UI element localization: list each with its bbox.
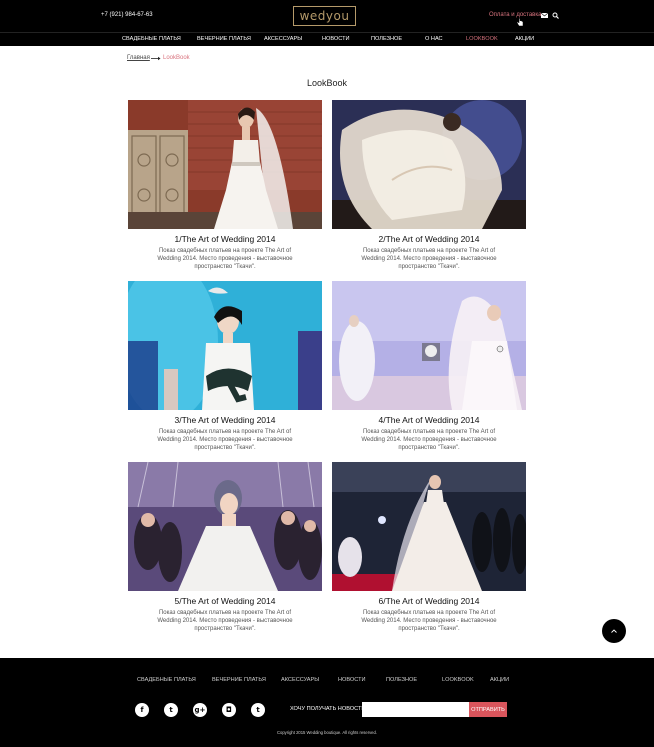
- footer: СВАДЕБНЫЕ ПЛАТЬЯ ВЕЧЕРНИЕ ПЛАТЬЯ АКСЕССУ…: [0, 658, 654, 747]
- card-description: Показ свадебных платьев на проекте The A…: [361, 248, 497, 270]
- footer-nav-lookbook[interactable]: LOOKBOOK: [442, 677, 474, 683]
- lookbook-card[interactable]: 4/The Art of Wedding 2014 Показ свадебны…: [332, 281, 526, 452]
- card-description: Показ свадебных платьев на проекте The A…: [157, 248, 293, 270]
- instagram-icon[interactable]: ◘: [222, 703, 236, 717]
- footer-nav-evening-dresses[interactable]: ВЕЧЕРНИЕ ПЛАТЬЯ: [212, 677, 266, 683]
- nav-item-about[interactable]: О НАС: [425, 36, 443, 42]
- card-title[interactable]: 2/The Art of Wedding 2014: [332, 234, 526, 244]
- card-description: Показ свадебных платьев на проекте The A…: [157, 610, 293, 632]
- lookbook-card[interactable]: 5/The Art of Wedding 2014 Показ свадебны…: [128, 462, 322, 633]
- nav-item-promotions[interactable]: АКЦИИ: [515, 36, 534, 42]
- card-title[interactable]: 5/The Art of Wedding 2014: [128, 596, 322, 606]
- nav-item-evening-dresses[interactable]: ВЕЧЕРНИЕ ПЛАТЬЯ: [197, 36, 251, 42]
- lookbook-card[interactable]: 3/The Art of Wedding 2014 Показ свадебны…: [128, 281, 322, 452]
- logo-text: wedyou: [299, 9, 350, 23]
- search-icon[interactable]: [551, 11, 559, 19]
- header-bar: +7 (921) 984-67-63 wedyou Оплата и доста…: [0, 0, 654, 32]
- main-nav: СВАДЕБНЫЕ ПЛАТЬЯ ВЕЧЕРНИЕ ПЛАТЬЯ АКСЕССУ…: [0, 32, 654, 46]
- mail-icon[interactable]: [540, 11, 548, 19]
- card-title[interactable]: 1/The Art of Wedding 2014: [128, 234, 322, 244]
- lookbook-photo[interactable]: [332, 100, 526, 229]
- footer-nav-wedding-dresses[interactable]: СВАДЕБНЫЕ ПЛАТЬЯ: [137, 677, 196, 683]
- footer-nav-useful[interactable]: ПОЛЕЗНОЕ: [386, 677, 417, 683]
- nav-item-news[interactable]: НОВОСТИ: [322, 36, 350, 42]
- nav-item-wedding-dresses[interactable]: СВАДЕБНЫЕ ПЛАТЬЯ: [122, 36, 181, 42]
- card-description: Показ свадебных платьев на проекте The A…: [361, 610, 497, 632]
- lookbook-photo[interactable]: [128, 462, 322, 591]
- card-description: Показ свадебных платьев на проекте The A…: [157, 429, 293, 451]
- phone-number[interactable]: +7 (921) 984-67-63: [101, 12, 153, 18]
- card-title[interactable]: 4/The Art of Wedding 2014: [332, 415, 526, 425]
- subscribe-label: ХОЧУ ПОЛУЧАТЬ НОВОСТИ: [290, 706, 366, 712]
- copyright: Copyright 2015 Wedding boutique. All rig…: [276, 730, 378, 735]
- lookbook-card[interactable]: 6/The Art of Wedding 2014 Показ свадебны…: [332, 462, 526, 633]
- card-description: Показ свадебных платьев на проекте The A…: [361, 429, 497, 451]
- page-title: LookBook: [306, 78, 348, 88]
- card-title[interactable]: 6/The Art of Wedding 2014: [332, 596, 526, 606]
- lookbook-photo[interactable]: [332, 281, 526, 410]
- twitter-icon[interactable]: t: [164, 703, 178, 717]
- chevron-up-icon: [611, 629, 617, 633]
- tumblr-icon[interactable]: t: [251, 703, 265, 717]
- lookbook-photo[interactable]: [128, 281, 322, 410]
- googleplus-icon[interactable]: g+: [193, 703, 207, 717]
- subscribe-email-input[interactable]: [362, 702, 469, 717]
- nav-item-useful[interactable]: ПОЛЕЗНОЕ: [371, 36, 402, 42]
- breadcrumb-current: LookBook: [163, 55, 190, 61]
- lookbook-photo[interactable]: [332, 462, 526, 591]
- facebook-icon[interactable]: f: [135, 703, 149, 717]
- footer-nav-news[interactable]: НОВОСТИ: [338, 677, 366, 683]
- footer-nav-promotions[interactable]: АКЦИИ: [490, 677, 509, 683]
- arrow-right-icon: [151, 56, 161, 61]
- scroll-to-top-button[interactable]: [602, 619, 626, 643]
- lookbook-card[interactable]: 1/The Art of Wedding 2014 Показ свадебны…: [128, 100, 322, 271]
- subscribe-button[interactable]: ОТПРАВИТЬ: [469, 702, 507, 717]
- footer-nav-accessories[interactable]: АКСЕССУАРЫ: [281, 677, 319, 683]
- breadcrumb-home[interactable]: Главная: [127, 55, 150, 61]
- nav-item-lookbook[interactable]: LOOKBOOK: [466, 36, 498, 42]
- card-title[interactable]: 3/The Art of Wedding 2014: [128, 415, 322, 425]
- lookbook-photo[interactable]: [128, 100, 322, 229]
- lookbook-card[interactable]: 2/The Art of Wedding 2014 Показ свадебны…: [332, 100, 526, 271]
- logo[interactable]: wedyou: [293, 6, 356, 26]
- hand-cursor-icon: [516, 18, 524, 27]
- nav-item-accessories[interactable]: АКСЕССУАРЫ: [264, 36, 302, 42]
